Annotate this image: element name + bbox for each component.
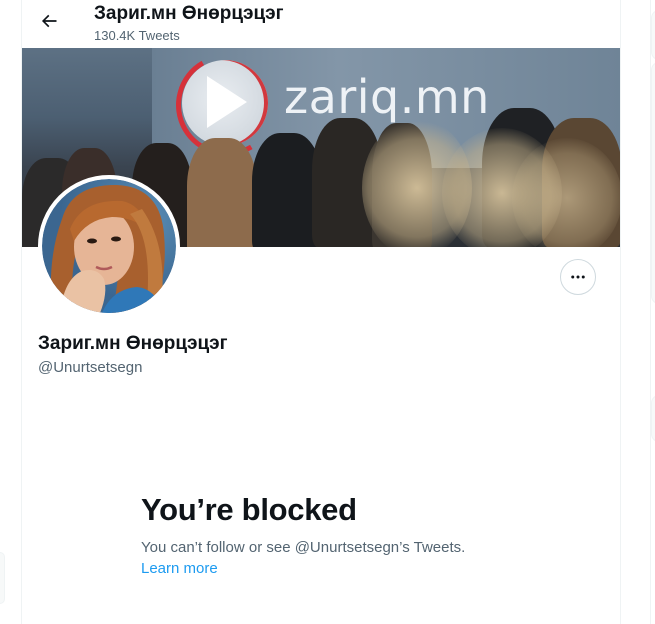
profile-avatar[interactable]	[38, 175, 180, 317]
arrow-left-icon	[41, 14, 57, 28]
profile-display-name: Зариг.мн Өнөрцэцэг	[38, 333, 228, 354]
avatar-photo	[42, 179, 176, 313]
tweet-count: 130.4K Tweets	[94, 28, 180, 43]
blocked-title: You’re blocked	[141, 492, 357, 527]
more-dots-icon	[571, 275, 585, 279]
back-button[interactable]	[32, 4, 66, 38]
header-display-name: Зариг.мн Өнөрцэцэг	[94, 3, 284, 24]
play-triangle	[207, 76, 247, 128]
right-panel-edge	[650, 0, 655, 624]
profile-page: Зариг.мн Өнөрцэцэг 130.4K Tweets zariq.m…	[0, 0, 655, 624]
avatar-illustration	[50, 184, 165, 313]
blocked-description: You can’t follow or see @Unurtsetsegn’s …	[141, 539, 466, 556]
more-options-button[interactable]	[560, 259, 596, 295]
right-panel-card	[651, 395, 655, 442]
right-panel-card	[651, 62, 655, 304]
left-panel-edge	[0, 552, 5, 604]
banner-brand-text: zariq.mn	[284, 70, 490, 124]
profile-header: Зариг.мн Өнөрцэцэг 130.4K Tweets	[22, 0, 620, 48]
profile-handle: @Unurtsetsegn	[38, 359, 143, 376]
right-panel-card	[651, 10, 655, 60]
crowd-figure	[187, 138, 257, 247]
foreground-blur	[512, 138, 620, 247]
learn-more-link[interactable]: Learn more	[141, 560, 218, 577]
